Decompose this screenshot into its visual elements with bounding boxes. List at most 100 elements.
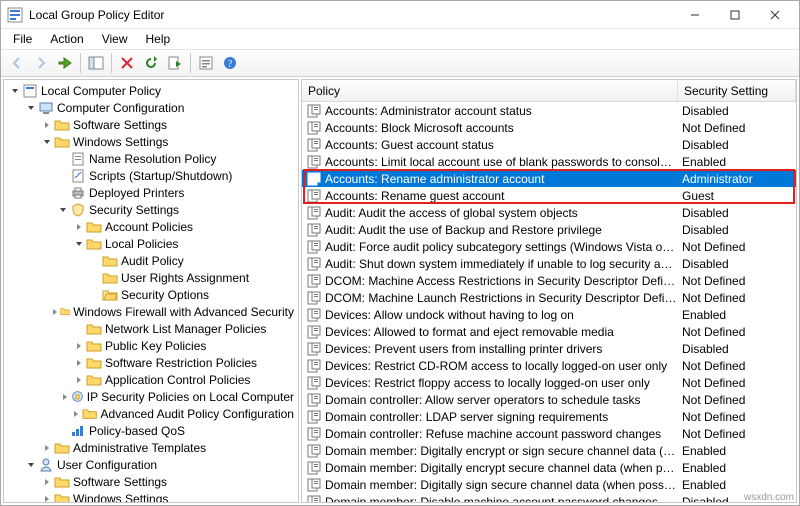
policy-row[interactable]: Accounts: Administrator account statusDi… <box>302 102 796 119</box>
security-setting: Not Defined <box>678 240 796 254</box>
show-hide-tree-button[interactable] <box>84 51 108 75</box>
policy-row[interactable]: Accounts: Rename administrator accountAd… <box>302 170 796 187</box>
policy-row[interactable]: Domain member: Disable machine account p… <box>302 493 796 502</box>
minimize-button[interactable] <box>675 1 715 29</box>
close-button[interactable] <box>755 1 795 29</box>
collapse-icon[interactable] <box>56 203 70 217</box>
expand-icon[interactable] <box>72 356 86 370</box>
expand-icon[interactable] <box>59 390 70 404</box>
expand-icon[interactable] <box>40 118 54 132</box>
forward-button[interactable] <box>29 51 53 75</box>
security-setting: Disabled <box>678 257 796 271</box>
policy-row[interactable]: Domain controller: Allow server operator… <box>302 391 796 408</box>
tree-item[interactable]: Software Settings <box>4 116 298 133</box>
collapse-icon[interactable] <box>24 458 38 472</box>
expand-icon[interactable] <box>72 339 86 353</box>
tree-item[interactable]: Computer Configuration <box>4 99 298 116</box>
tree-pane[interactable]: Local Computer PolicyComputer Configurat… <box>3 79 299 503</box>
expand-icon[interactable] <box>40 475 54 489</box>
collapse-icon[interactable] <box>8 84 22 98</box>
policy-row[interactable]: Domain member: Digitally encrypt or sign… <box>302 442 796 459</box>
security-setting: Enabled <box>678 444 796 458</box>
expand-icon[interactable] <box>72 373 86 387</box>
tree-item[interactable]: User Configuration <box>4 456 298 473</box>
policy-row[interactable]: Devices: Restrict CD-ROM access to local… <box>302 357 796 374</box>
expand-icon[interactable] <box>72 220 86 234</box>
column-header-security[interactable]: Security Setting <box>678 80 796 101</box>
policy-row[interactable]: Devices: Restrict floppy access to local… <box>302 374 796 391</box>
list-header: Policy Security Setting <box>302 80 796 102</box>
policy-name: Domain controller: Allow server operator… <box>325 393 678 407</box>
policy-row[interactable]: Audit: Force audit policy subcategory se… <box>302 238 796 255</box>
refresh-button[interactable] <box>139 51 163 75</box>
tree-item[interactable]: Windows Firewall with Advanced Security <box>4 303 298 320</box>
main-split: Local Computer PolicyComputer Configurat… <box>1 77 799 505</box>
policy-row[interactable]: Domain member: Digitally sign secure cha… <box>302 476 796 493</box>
tree-item[interactable]: Name Resolution Policy <box>4 150 298 167</box>
export-list-button[interactable] <box>163 51 187 75</box>
tree-item[interactable]: Scripts (Startup/Shutdown) <box>4 167 298 184</box>
policy-name: Devices: Allow undock without having to … <box>325 308 678 322</box>
tree-item[interactable]: Windows Settings <box>4 490 298 503</box>
tree-item[interactable]: Software Restriction Policies <box>4 354 298 371</box>
folder-open-icon <box>102 287 118 303</box>
menu-view[interactable]: View <box>94 30 136 48</box>
policy-row[interactable]: Domain controller: LDAP server signing r… <box>302 408 796 425</box>
menu-help[interactable]: Help <box>138 30 179 48</box>
policy-row[interactable]: Accounts: Block Microsoft accountsNot De… <box>302 119 796 136</box>
policy-row[interactable]: Devices: Allowed to format and eject rem… <box>302 323 796 340</box>
delete-button[interactable] <box>115 51 139 75</box>
tree-item-label: Local Computer Policy <box>41 84 161 98</box>
policy-row[interactable]: Domain member: Digitally encrypt secure … <box>302 459 796 476</box>
security-setting: Disabled <box>678 104 796 118</box>
policy-row[interactable]: Devices: Allow undock without having to … <box>302 306 796 323</box>
tree-item[interactable]: User Rights Assignment <box>4 269 298 286</box>
collapse-icon[interactable] <box>40 135 54 149</box>
maximize-button[interactable] <box>715 1 755 29</box>
tree-item[interactable]: Security Settings <box>4 201 298 218</box>
tree-item[interactable]: Application Control Policies <box>4 371 298 388</box>
tree-item[interactable]: Windows Settings <box>4 133 298 150</box>
tree-item[interactable]: Administrative Templates <box>4 439 298 456</box>
tree-item[interactable]: Public Key Policies <box>4 337 298 354</box>
collapse-icon[interactable] <box>24 101 38 115</box>
tree-item[interactable]: Network List Manager Policies <box>4 320 298 337</box>
expand-icon[interactable] <box>40 441 54 455</box>
list-body[interactable]: Accounts: Administrator account statusDi… <box>302 102 796 502</box>
menu-action[interactable]: Action <box>42 30 91 48</box>
properties-button[interactable] <box>194 51 218 75</box>
policy-row[interactable]: DCOM: Machine Access Restrictions in Sec… <box>302 272 796 289</box>
tree-item[interactable]: Account Policies <box>4 218 298 235</box>
policy-row[interactable]: Audit: Shut down system immediately if u… <box>302 255 796 272</box>
policy-row[interactable]: Devices: Prevent users from installing p… <box>302 340 796 357</box>
tree-item[interactable]: Security Options <box>4 286 298 303</box>
back-button[interactable] <box>5 51 29 75</box>
tree-item[interactable]: Local Policies <box>4 235 298 252</box>
tree-item[interactable]: Deployed Printers <box>4 184 298 201</box>
policy-row[interactable]: Accounts: Guest account statusDisabled <box>302 136 796 153</box>
tree-item[interactable]: IP Security Policies on Local Computer <box>4 388 298 405</box>
policy-row[interactable]: Audit: Audit the use of Backup and Resto… <box>302 221 796 238</box>
security-setting: Not Defined <box>678 274 796 288</box>
policy-row[interactable]: Accounts: Rename guest accountGuest <box>302 187 796 204</box>
tree-item[interactable]: Policy-based QoS <box>4 422 298 439</box>
policy-item-icon <box>306 273 322 289</box>
help-button[interactable]: ? <box>218 51 242 75</box>
tree-item[interactable]: Software Settings <box>4 473 298 490</box>
expand-icon[interactable] <box>50 305 60 319</box>
tree-item[interactable]: Audit Policy <box>4 252 298 269</box>
policy-row[interactable]: DCOM: Machine Launch Restrictions in Sec… <box>302 289 796 306</box>
column-header-policy[interactable]: Policy <box>302 80 678 101</box>
policy-row[interactable]: Domain controller: Refuse machine accoun… <box>302 425 796 442</box>
tree-item[interactable]: Local Computer Policy <box>4 82 298 99</box>
expand-icon[interactable] <box>40 492 54 504</box>
collapse-icon[interactable] <box>72 237 86 251</box>
menu-file[interactable]: File <box>5 30 40 48</box>
policy-row[interactable]: Accounts: Limit local account use of bla… <box>302 153 796 170</box>
expand-icon[interactable] <box>69 407 82 421</box>
watermark: wsxdn.com <box>744 492 794 503</box>
policy-row[interactable]: Audit: Audit the access of global system… <box>302 204 796 221</box>
tree-item[interactable]: Advanced Audit Policy Configuration <box>4 405 298 422</box>
up-button[interactable] <box>53 51 77 75</box>
folder-icon <box>54 440 70 456</box>
